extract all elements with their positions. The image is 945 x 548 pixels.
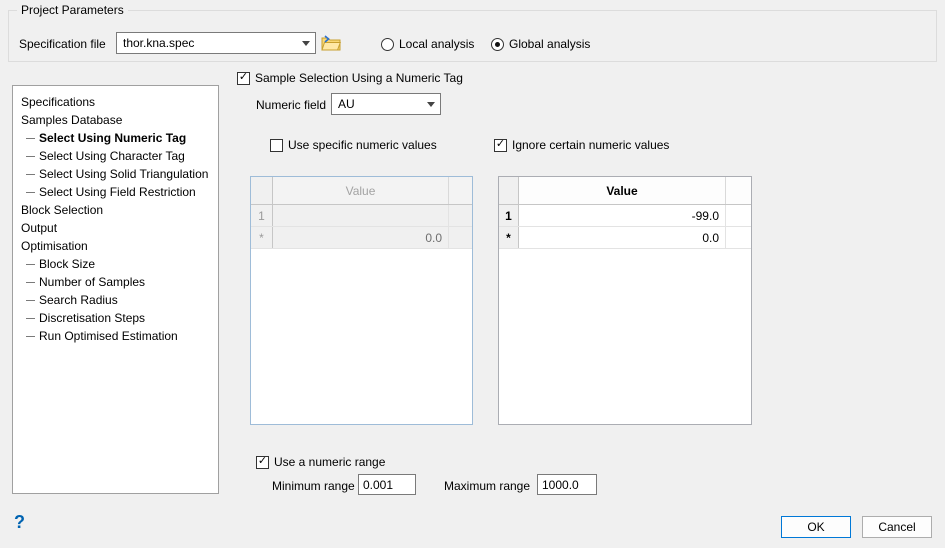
row-filler xyxy=(449,227,472,248)
header-filler xyxy=(449,177,472,204)
tree-item-number-of-samples[interactable]: Number of Samples xyxy=(13,273,218,291)
ok-button[interactable]: OK xyxy=(781,516,851,538)
folder-open-icon xyxy=(321,35,341,51)
column-header-value: Value xyxy=(273,177,449,204)
tree-branch-line xyxy=(26,300,35,301)
table-row: 1 -99.0 xyxy=(499,205,751,227)
spec-file-combobox[interactable]: thor.kna.spec xyxy=(116,32,316,54)
tree-item-discretisation-steps[interactable]: Discretisation Steps xyxy=(13,309,218,327)
value-cell xyxy=(273,205,449,226)
maximum-range-label: Maximum range xyxy=(444,479,530,493)
browse-folder-button[interactable] xyxy=(319,33,343,53)
specific-values-table: Value 1 * 0.0 xyxy=(250,176,473,425)
tree-branch-line xyxy=(26,138,35,139)
groupbox-title: Project Parameters xyxy=(17,3,128,17)
table-row: 1 xyxy=(251,205,472,227)
tree-branch-line xyxy=(26,318,35,319)
radio-icon xyxy=(491,38,504,51)
sample-selection-label: Sample Selection Using a Numeric Tag xyxy=(255,71,463,85)
tree-branch-line xyxy=(26,192,35,193)
use-specific-values-label: Use specific numeric values xyxy=(288,138,437,152)
value-cell[interactable]: 0.0 xyxy=(519,227,726,248)
tree-item-select-field-restriction[interactable]: Select Using Field Restriction xyxy=(13,183,218,201)
tree-branch-line xyxy=(26,174,35,175)
chevron-down-icon[interactable] xyxy=(422,94,440,114)
table-row: * 0.0 xyxy=(251,227,472,249)
numeric-range-checkbox[interactable]: ✓ Use a numeric range xyxy=(256,455,385,469)
value-cell: 0.0 xyxy=(273,227,449,248)
radio-global-label: Global analysis xyxy=(509,37,590,51)
row-header[interactable]: 1 xyxy=(499,205,519,226)
table-row: * 0.0 xyxy=(499,227,751,249)
header-filler xyxy=(726,177,751,204)
tree-item-block-size[interactable]: Block Size xyxy=(13,255,218,273)
numeric-range-label: Use a numeric range xyxy=(274,455,385,469)
checkbox-icon: ✓ xyxy=(237,72,250,85)
numeric-field-label: Numeric field xyxy=(256,98,326,112)
spec-file-value: thor.kna.spec xyxy=(117,33,297,53)
column-header-value[interactable]: Value xyxy=(519,177,726,204)
checkbox-icon: ✓ xyxy=(270,139,283,152)
use-specific-values-checkbox[interactable]: ✓ Use specific numeric values xyxy=(270,138,437,152)
row-header[interactable]: * xyxy=(499,227,519,248)
value-cell[interactable]: -99.0 xyxy=(519,205,726,226)
help-icon[interactable]: ? xyxy=(14,512,25,533)
minimum-range-input[interactable] xyxy=(358,474,416,495)
tree-item-specifications[interactable]: Specifications xyxy=(13,93,218,111)
cancel-button[interactable]: Cancel xyxy=(862,516,932,538)
minimum-range-label: Minimum range xyxy=(272,479,355,493)
row-filler xyxy=(726,227,751,248)
table-header-row: Value xyxy=(251,177,472,205)
radio-local-analysis[interactable]: Local analysis xyxy=(381,37,474,51)
row-header: 1 xyxy=(251,205,273,226)
tree-branch-line xyxy=(26,282,35,283)
table-corner[interactable] xyxy=(499,177,519,204)
tree-branch-line xyxy=(26,156,35,157)
tree-item-search-radius[interactable]: Search Radius xyxy=(13,291,218,309)
spec-file-label: Specification file xyxy=(19,37,106,51)
table-empty-area xyxy=(251,249,472,424)
chevron-down-icon[interactable] xyxy=(297,33,315,53)
radio-local-label: Local analysis xyxy=(399,37,474,51)
tree-item-select-character-tag[interactable]: Select Using Character Tag xyxy=(13,147,218,165)
tree-branch-line xyxy=(26,336,35,337)
project-parameters-groupbox: Project Parameters Specification file th… xyxy=(8,10,937,62)
checkbox-icon: ✓ xyxy=(256,456,269,469)
tree-item-run-optimised-estimation[interactable]: Run Optimised Estimation xyxy=(13,327,218,345)
tree-item-samples-database[interactable]: Samples Database xyxy=(13,111,218,129)
checkbox-icon: ✓ xyxy=(494,139,507,152)
table-empty-area xyxy=(499,249,751,424)
tree-item-optimisation[interactable]: Optimisation xyxy=(13,237,218,255)
row-filler xyxy=(726,205,751,226)
tree-branch-line xyxy=(26,264,35,265)
settings-tree: Specifications Samples Database Select U… xyxy=(12,85,219,494)
tree-item-output[interactable]: Output xyxy=(13,219,218,237)
maximum-range-input[interactable] xyxy=(537,474,597,495)
sample-selection-checkbox[interactable]: ✓ Sample Selection Using a Numeric Tag xyxy=(237,71,463,85)
tree-item-select-solid-triangulation[interactable]: Select Using Solid Triangulation xyxy=(13,165,218,183)
row-filler xyxy=(449,205,472,226)
table-corner xyxy=(251,177,273,204)
row-header: * xyxy=(251,227,273,248)
numeric-field-value: AU xyxy=(332,94,422,114)
ignore-values-table: Value 1 -99.0 * 0.0 xyxy=(498,176,752,425)
table-header-row: Value xyxy=(499,177,751,205)
radio-global-analysis[interactable]: Global analysis xyxy=(491,37,590,51)
radio-icon xyxy=(381,38,394,51)
numeric-field-combobox[interactable]: AU xyxy=(331,93,441,115)
ignore-values-checkbox[interactable]: ✓ Ignore certain numeric values xyxy=(494,138,669,152)
tree-item-select-numeric-tag[interactable]: Select Using Numeric Tag xyxy=(13,129,218,147)
tree-item-block-selection[interactable]: Block Selection xyxy=(13,201,218,219)
ignore-values-label: Ignore certain numeric values xyxy=(512,138,669,152)
